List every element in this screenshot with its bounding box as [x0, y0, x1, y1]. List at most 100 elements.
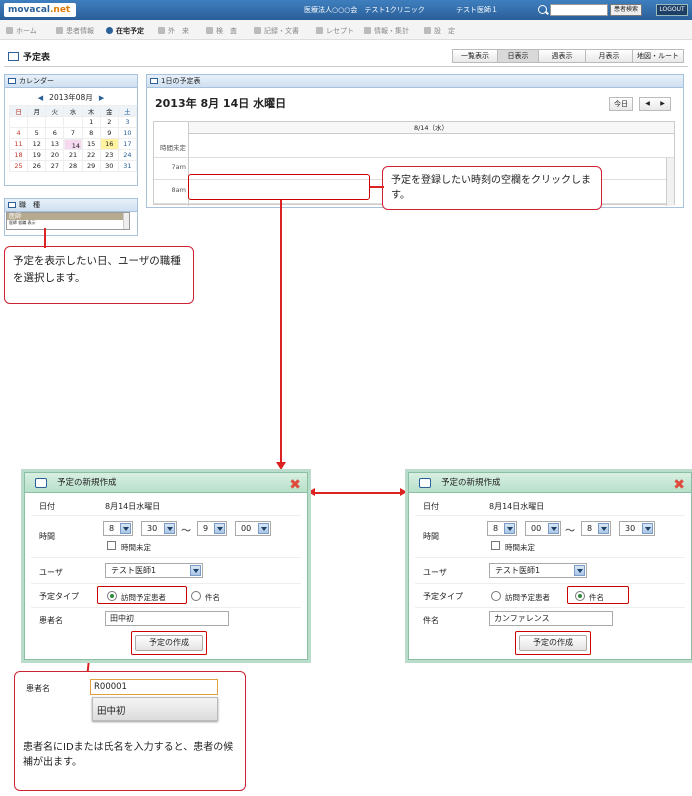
calendar-day[interactable]: 6: [45, 127, 65, 139]
calendar-day[interactable]: 14: [64, 139, 83, 150]
nav-patient-info[interactable]: 患者情報: [56, 26, 94, 36]
time-undecided-checkbox[interactable]: [107, 541, 116, 550]
nav-home-visit-schedule[interactable]: 在宅予定: [106, 26, 144, 36]
autocomplete-suggestion[interactable]: 田中初: [97, 703, 126, 717]
end-hour-select[interactable]: 9: [197, 521, 227, 536]
tab-month-view[interactable]: 月表示: [585, 49, 633, 63]
app-logo[interactable]: movacal.net: [4, 3, 76, 17]
logout-button[interactable]: LOGOUT: [656, 4, 688, 16]
chevron-down-icon: [598, 523, 609, 534]
occupation-list[interactable]: 医師 医師 仮職 表示: [6, 212, 130, 230]
end-minute-select[interactable]: 00: [235, 521, 271, 536]
close-icon[interactable]: ✖: [289, 475, 301, 495]
arrow-right-icon: [400, 488, 407, 496]
empty-time-slot-highlight[interactable]: [188, 174, 370, 200]
calendar-day[interactable]: 4: [8, 127, 29, 139]
window-icon: [35, 478, 47, 488]
calendar-day[interactable]: 25: [8, 160, 29, 172]
occupation-item-doctor[interactable]: 医師: [7, 213, 129, 220]
end-hour-select[interactable]: 8: [581, 521, 611, 536]
start-hour-select[interactable]: 8: [487, 521, 517, 536]
next-month-icon[interactable]: ▶: [99, 94, 104, 102]
calendar-day[interactable]: 13: [45, 138, 65, 150]
tab-list-view[interactable]: 一覧表示: [452, 49, 498, 63]
time-undecided-checkbox[interactable]: [491, 541, 500, 550]
calendar-day[interactable]: 29: [81, 160, 101, 172]
calendar-day[interactable]: 16: [99, 138, 119, 150]
calendar-day[interactable]: 31: [117, 160, 138, 172]
calendar-day[interactable]: 3: [117, 116, 138, 128]
calendar-day[interactable]: 28: [63, 160, 83, 172]
nav-examination[interactable]: 検 査: [206, 26, 237, 36]
calendar-day[interactable]: 9: [99, 127, 119, 139]
calendar-day[interactable]: 22: [81, 149, 101, 161]
calendar-icon: [8, 78, 16, 84]
calendar-day[interactable]: 24: [117, 149, 138, 161]
occupation-scrollbar[interactable]: [123, 213, 129, 229]
create-schedule-dialog-subject: 予定の新規作成 ✖ 日付 8月14日水曜日 時間 8 00 ～ 8 30 時間未定…: [408, 472, 692, 660]
title-divider: [4, 66, 688, 67]
occupation-item[interactable]: 医師 仮職 表示: [7, 220, 129, 226]
calendar-day[interactable]: 26: [27, 160, 47, 172]
time-range-separator: ～: [181, 526, 191, 537]
start-hour-value: 8: [493, 524, 499, 533]
calendar-day[interactable]: 18: [8, 149, 29, 161]
user-select-value: テスト医師1: [495, 566, 541, 575]
radio-subject[interactable]: [191, 591, 201, 601]
next-day-icon[interactable]: ▶: [660, 98, 665, 110]
calendar-week-row: 11 12 13 14 15 16 17: [8, 138, 138, 150]
calendar-day[interactable]: 8: [81, 127, 101, 139]
search-icon: [538, 5, 547, 14]
calendar-day[interactable]: 23: [99, 149, 119, 161]
day-scrollbar[interactable]: [666, 158, 674, 206]
start-hour-select[interactable]: 8: [103, 521, 133, 536]
user-select[interactable]: テスト医師1: [489, 563, 587, 578]
nav-receipt[interactable]: レセプト: [316, 26, 354, 36]
calendar-day[interactable]: 2: [99, 116, 119, 128]
calendar-day[interactable]: 10: [117, 127, 138, 139]
tab-day-view[interactable]: 日表示: [497, 49, 539, 63]
subject-input[interactable]: カンファレンス: [489, 611, 613, 626]
start-minute-select[interactable]: 00: [525, 521, 561, 536]
form-divider: [31, 557, 301, 558]
callout-select-day-occupation: 予定を表示したい日、ユーザの職種を選択します。: [4, 246, 194, 304]
today-button[interactable]: 今日: [609, 97, 633, 111]
nav-info-stats[interactable]: 情報・集計: [364, 26, 409, 36]
start-minute-select[interactable]: 30: [141, 521, 177, 536]
calendar-day[interactable]: 20: [45, 149, 65, 161]
window-icon: [419, 478, 431, 488]
time-label: 時間未定: [160, 144, 186, 152]
current-user[interactable]: テスト医師１: [456, 5, 498, 15]
calendar-day[interactable]: 5: [27, 127, 47, 139]
calendar-day[interactable]: 21: [63, 149, 83, 161]
nav-home[interactable]: ホーム: [6, 26, 37, 36]
patient-search-button[interactable]: 患者検索: [610, 4, 642, 16]
prev-month-icon[interactable]: ◀: [38, 94, 43, 102]
calendar-day[interactable]: 27: [45, 160, 65, 172]
autocomplete-patient-input[interactable]: R00001: [90, 679, 218, 695]
start-minute-value: 00: [531, 524, 542, 533]
calendar-day[interactable]: 19: [27, 149, 47, 161]
nav-records[interactable]: 記録・文書: [254, 26, 299, 36]
tab-week-view[interactable]: 週表示: [538, 49, 586, 63]
prev-day-icon[interactable]: ◀: [645, 98, 650, 110]
nav-outpatient[interactable]: 外 来: [158, 26, 189, 36]
user-select[interactable]: テスト医師1: [105, 563, 203, 578]
calendar-day[interactable]: 11: [8, 138, 29, 150]
calendar-day[interactable]: 7: [63, 127, 83, 139]
calendar-day[interactable]: 17: [117, 138, 138, 150]
calendar-day[interactable]: 1: [81, 116, 101, 128]
radio-visit-patient[interactable]: [491, 591, 501, 601]
nav-settings[interactable]: 設 定: [424, 26, 455, 36]
calendar-day[interactable]: 30: [99, 160, 119, 172]
calendar-day[interactable]: 12: [27, 138, 47, 150]
tab-map-route-view[interactable]: 地図・ルート: [632, 49, 684, 63]
day-title: 2013年 8月 14日 水曜日: [155, 97, 287, 110]
calendar-day[interactable]: 15: [81, 138, 101, 150]
time-row-undecided[interactable]: 時間未定: [154, 134, 674, 158]
dialog-header: 予定の新規作成 ✖: [409, 473, 691, 493]
patient-search-input[interactable]: [550, 4, 608, 16]
end-minute-select[interactable]: 30: [619, 521, 655, 536]
close-icon[interactable]: ✖: [673, 475, 685, 495]
patient-name-input[interactable]: 田中初: [105, 611, 229, 626]
